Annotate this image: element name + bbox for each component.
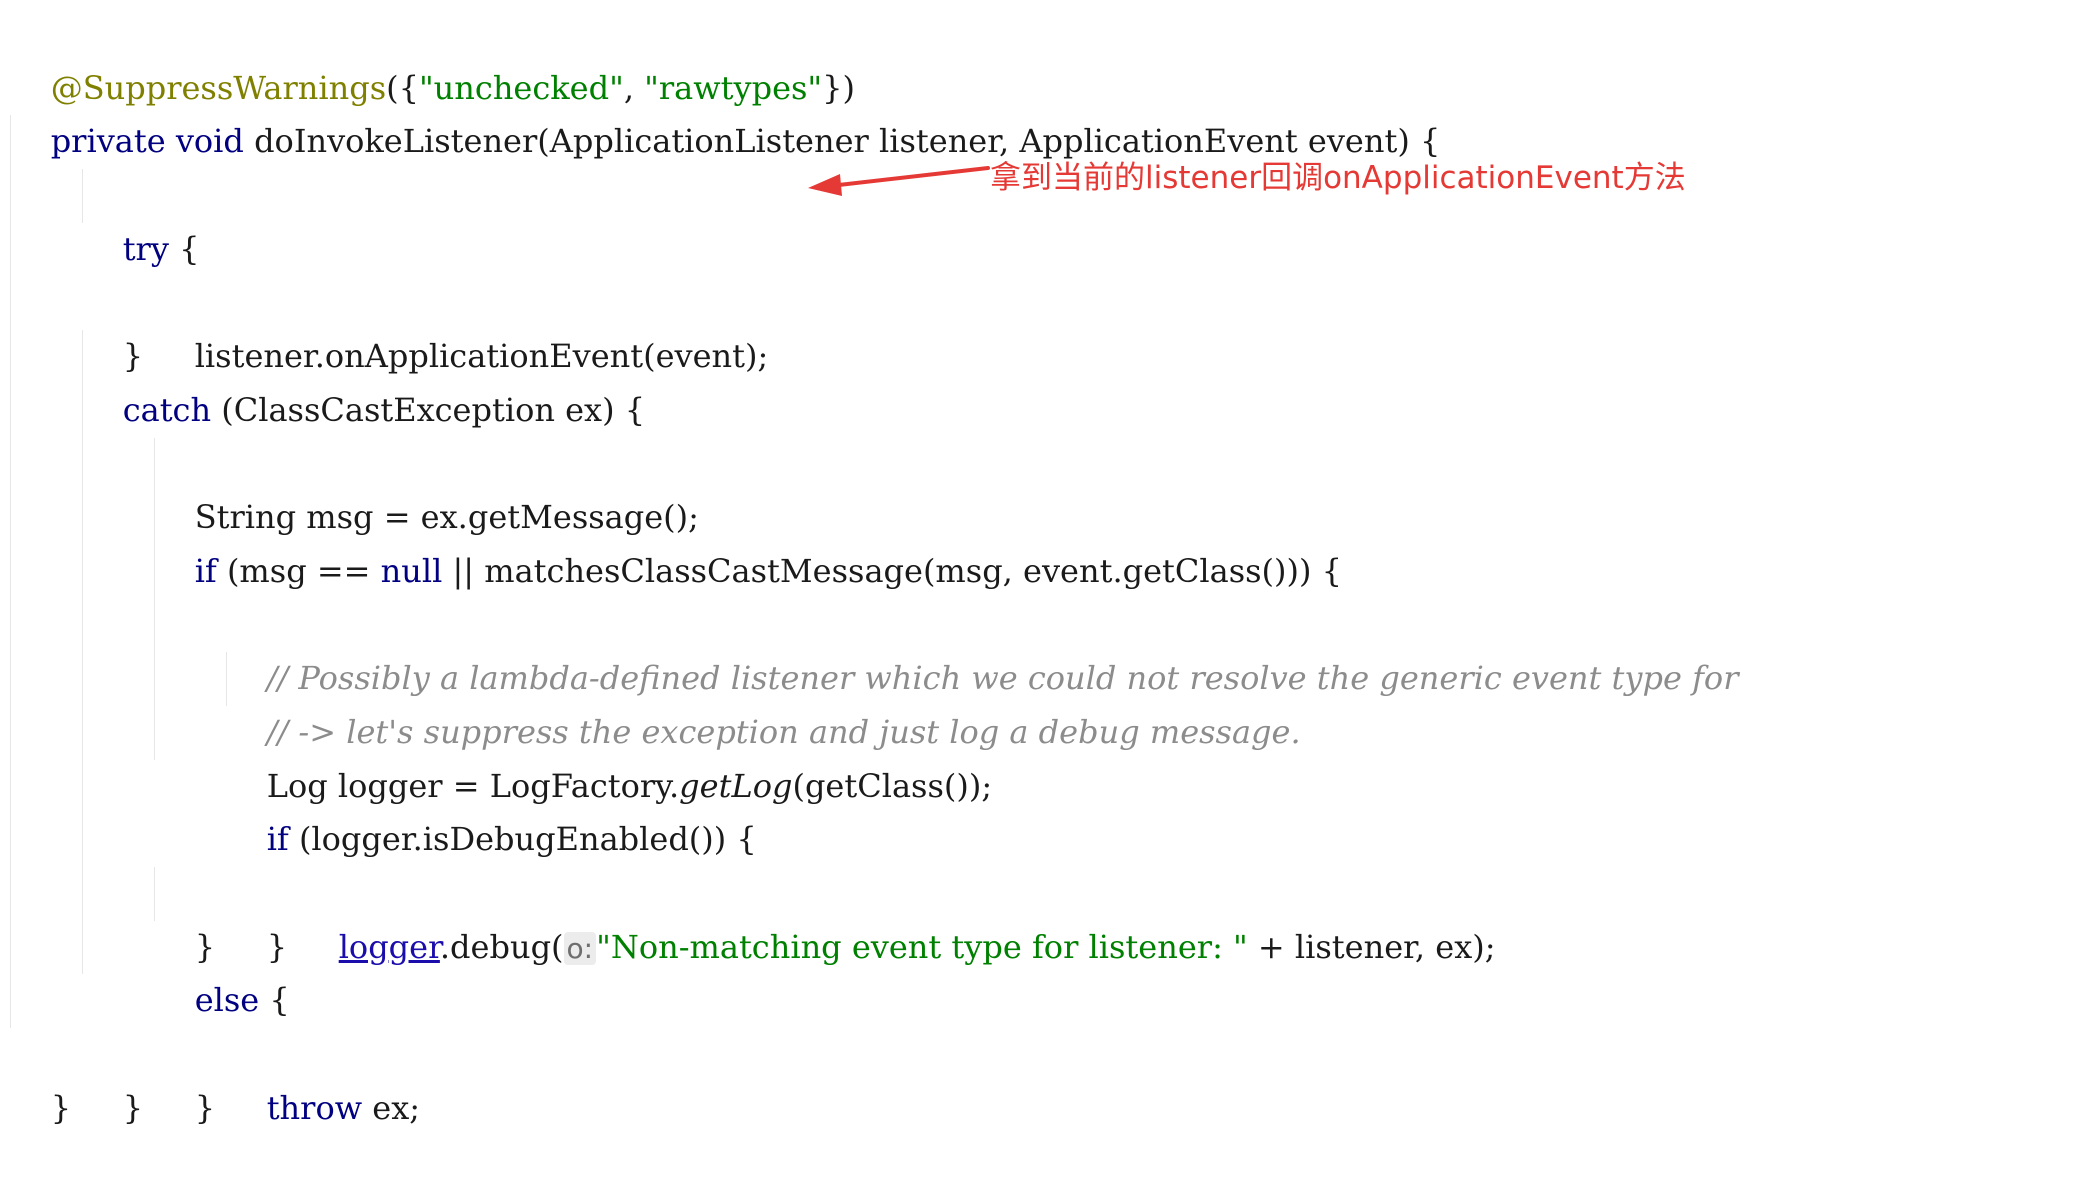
indent-guide: [82, 491, 83, 545]
indent-guide: [10, 705, 11, 760]
indent-guide: [82, 169, 83, 223]
code-line-8: if (msg == null || matchesClassCastMessa…: [10, 383, 2070, 590]
indent-guide: [82, 705, 83, 760]
indent-guide: [10, 652, 11, 706]
code-line-2: private void doInvokeListener(Applicatio…: [10, 62, 2070, 160]
code-line-18: }: [10, 920, 2070, 1127]
code-line-16: else {: [10, 813, 2070, 1019]
indent-guide: [226, 652, 227, 706]
indent-guide: [82, 598, 83, 653]
indent-guide: [10, 544, 11, 599]
indent-guide: [154, 652, 155, 706]
callout-annotation: 拿到当前的listener回调onApplicationEvent方法: [990, 160, 1686, 196]
code-line-13: logger.debug(o:"Non-matching event type …: [10, 652, 2070, 966]
indent-guide: [82, 544, 83, 599]
keyword-token: throw: [266, 1088, 363, 1127]
code-line-6: catch (ClassCastException ex) {: [10, 276, 2070, 429]
indent-guide: [10, 974, 11, 1029]
brace-token: }: [122, 1088, 144, 1127]
indent-guide: [154, 437, 155, 492]
code-line-7: String msg = ex.getMessage();: [10, 330, 2070, 536]
indent-guide: [10, 920, 11, 975]
code-line-5: }: [10, 222, 2070, 375]
indent-guide: [10, 598, 11, 653]
indent-guide: [10, 813, 11, 867]
brace-token: }: [50, 1088, 72, 1127]
indent-guide: [82, 383, 83, 438]
indent-guide: [82, 330, 83, 384]
code-line-20: }: [10, 1028, 2070, 1127]
indent-guide: [10, 222, 11, 277]
code-line-9: // Possibly a lambda-defined listener wh…: [10, 437, 2070, 697]
indent-guide: [10, 169, 11, 223]
indent-guide: [10, 491, 11, 545]
indent-guide: [10, 115, 11, 170]
code-line-10: // -> let's suppress the exception and j…: [10, 491, 2070, 751]
code-line-12: if (logger.isDebugEnabled()) {: [10, 598, 2070, 858]
callout-arrow-icon: [808, 166, 990, 196]
indent-guide: [154, 705, 155, 760]
indent-guide: [154, 491, 155, 545]
indent-guide: [154, 598, 155, 653]
code-line-14: }: [10, 705, 2070, 966]
indent-guide: [154, 544, 155, 599]
code-line-17: throw ex;: [10, 867, 2070, 1127]
code-line-19: }: [10, 974, 2070, 1127]
indent-guide: [10, 330, 11, 384]
statement-token: ex;: [362, 1088, 421, 1127]
code-line-15: }: [10, 759, 2070, 966]
indent-guide: [10, 383, 11, 438]
brace-token: }: [194, 1088, 216, 1127]
indent-guide: [10, 867, 11, 921]
indent-guide: [10, 437, 11, 492]
indent-guide: [82, 867, 83, 921]
indent-guide: [82, 652, 83, 706]
indent-guide: [82, 437, 83, 492]
code-line-11: Log logger = LogFactory.getLog(getClass(…: [10, 544, 2070, 805]
indent-guide: [154, 867, 155, 921]
indent-guide: [10, 276, 11, 331]
indent-guide: [82, 920, 83, 975]
indent-guide: [10, 759, 11, 814]
indent-guide: [82, 759, 83, 814]
indent-guide: [82, 813, 83, 867]
code-line-1: @SuppressWarnings({"unchecked", "rawtype…: [10, 8, 2070, 107]
